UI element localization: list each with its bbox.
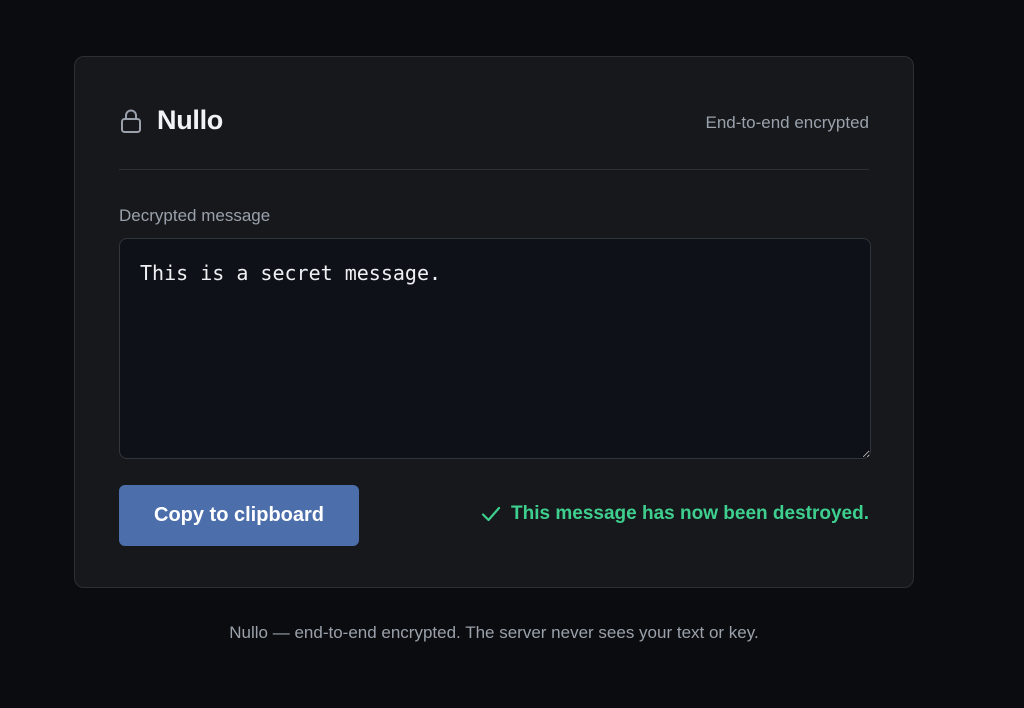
lock-icon xyxy=(119,108,143,134)
status-text: This message has now been destroyed. xyxy=(511,503,869,524)
message-label: Decrypted message xyxy=(119,206,271,225)
card-header: Nullo End-to-end encrypted xyxy=(119,57,869,170)
brand-name: Nullo xyxy=(157,105,223,135)
message-card: Nullo End-to-end encrypted Decrypted mes… xyxy=(74,56,914,588)
encryption-tag: End-to-end encrypted xyxy=(705,113,870,132)
destroyed-status: This message has now been destroyed. xyxy=(481,503,869,525)
check-icon xyxy=(481,506,501,522)
brand: Nullo xyxy=(119,105,223,136)
copy-to-clipboard-button[interactable]: Copy to clipboard xyxy=(119,485,359,546)
decrypted-message-field[interactable]: This is a secret message. xyxy=(119,238,871,459)
footer-note: Nullo — end-to-end encrypted. The server… xyxy=(229,623,759,642)
